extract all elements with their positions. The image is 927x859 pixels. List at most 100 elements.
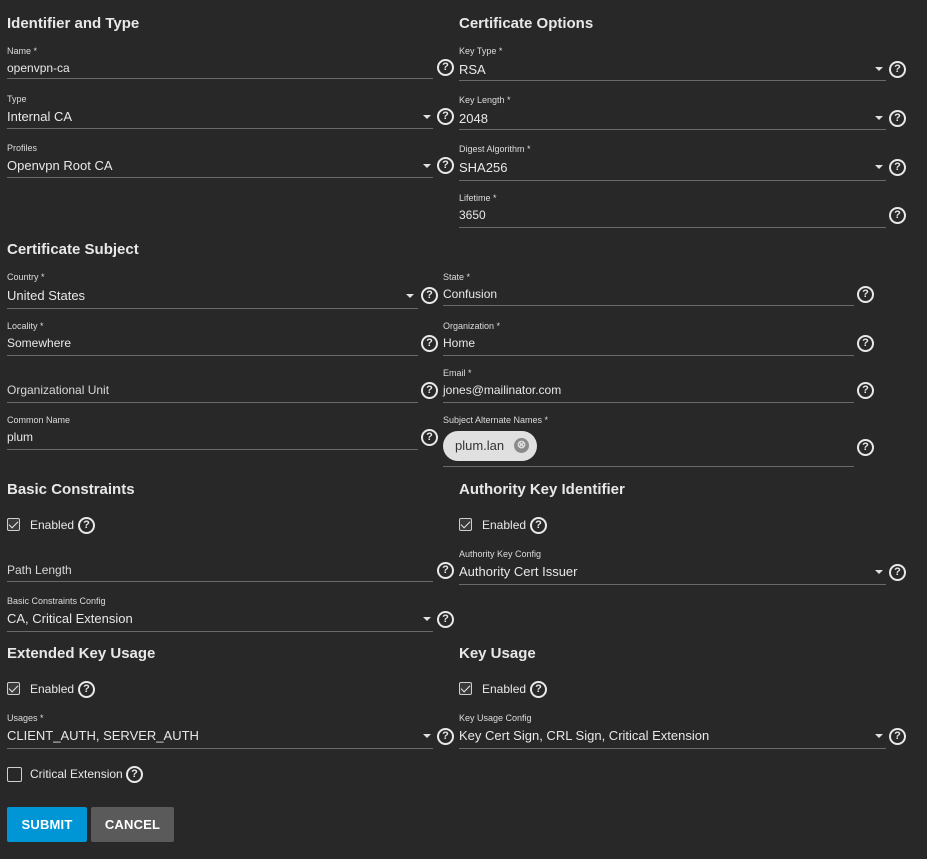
key-length-help-icon[interactable]: ? (889, 110, 906, 127)
eku-enabled-checkbox[interactable] (7, 682, 20, 695)
section-extended-key-usage-heading: Extended Key Usage (7, 645, 156, 662)
state-input[interactable]: Confusion (443, 287, 497, 301)
aki-config-help-icon[interactable]: ? (889, 564, 906, 581)
email-input[interactable]: jones@mailinator.com (443, 383, 561, 397)
country-select[interactable]: United States (7, 288, 85, 303)
ku-config-underline (459, 748, 886, 749)
lifetime-label: Lifetime * (459, 193, 497, 203)
usages-label: Usages * (7, 713, 44, 723)
lifetime-help-icon[interactable]: ? (889, 207, 906, 224)
san-chip-label: plum.lan (455, 438, 505, 453)
common-name-label: Common Name (7, 415, 71, 425)
profiles-select[interactable]: Openvpn Root CA (7, 158, 113, 173)
bc-enabled-checkbox[interactable] (7, 518, 20, 531)
key-length-label: Key Length * (459, 95, 511, 105)
country-chevron-down-icon[interactable] (406, 294, 414, 298)
key-length-select[interactable]: 2048 (459, 111, 488, 126)
bc-config-underline (7, 631, 433, 632)
type-underline (7, 128, 433, 129)
san-label: Subject Alternate Names * (443, 415, 549, 425)
usages-chevron-down-icon[interactable] (423, 734, 431, 738)
aki-config-chevron-down-icon[interactable] (875, 570, 883, 574)
key-type-label: Key Type * (459, 46, 503, 56)
digest-help-icon[interactable]: ? (889, 159, 906, 176)
key-type-help-icon[interactable]: ? (889, 61, 906, 78)
critical-extension-checkbox[interactable] (7, 767, 22, 782)
path-length-help-icon[interactable]: ? (437, 562, 454, 579)
common-name-input[interactable]: plum (7, 430, 33, 444)
aki-config-label: Authority Key Config (459, 549, 542, 559)
aki-enabled-help-icon[interactable]: ? (530, 517, 547, 534)
locality-help-icon[interactable]: ? (421, 335, 438, 352)
bc-config-select[interactable]: CA, Critical Extension (7, 611, 133, 626)
lifetime-input[interactable]: 3650 (459, 208, 486, 222)
section-identifier-heading: Identifier and Type (7, 15, 140, 32)
key-length-chevron-down-icon[interactable] (875, 116, 883, 120)
cancel-button[interactable]: CANCEL (91, 807, 174, 842)
usages-help-icon[interactable]: ? (437, 728, 454, 745)
usages-underline (7, 748, 433, 749)
aki-config-select[interactable]: Authority Cert Issuer (459, 564, 578, 579)
profiles-label: Profiles (7, 143, 38, 153)
key-type-select[interactable]: RSA (459, 62, 486, 77)
bc-config-help-icon[interactable]: ? (437, 611, 454, 628)
state-help-icon[interactable]: ? (857, 286, 874, 303)
aki-enabled-checkbox[interactable] (459, 518, 472, 531)
chip-remove-icon[interactable]: ⊗ (514, 438, 529, 453)
email-help-icon[interactable]: ? (857, 382, 874, 399)
section-authority-key-heading: Authority Key Identifier (459, 481, 625, 498)
organization-label: Organization * (443, 321, 501, 331)
key-type-underline (459, 80, 886, 81)
org-unit-input[interactable]: Organizational Unit (7, 383, 109, 397)
digest-select[interactable]: SHA256 (459, 160, 507, 175)
state-underline (443, 305, 854, 306)
country-label: Country * (7, 272, 45, 282)
country-underline (7, 308, 418, 309)
organization-input[interactable]: Home (443, 336, 475, 350)
san-help-icon[interactable]: ? (857, 439, 874, 456)
profiles-chevron-down-icon[interactable] (423, 164, 431, 168)
ku-enabled-help-icon[interactable]: ? (530, 681, 547, 698)
section-cert-subject-heading: Certificate Subject (7, 241, 139, 258)
path-length-input[interactable]: Path Length (7, 563, 72, 577)
ku-config-help-icon[interactable]: ? (889, 728, 906, 745)
eku-enabled-help-icon[interactable]: ? (78, 681, 95, 698)
locality-label: Locality * (7, 321, 44, 331)
aki-config-underline (459, 584, 886, 585)
bc-enabled-help-icon[interactable]: ? (78, 517, 95, 534)
country-help-icon[interactable]: ? (421, 287, 438, 304)
section-key-usage-heading: Key Usage (459, 645, 536, 662)
aki-enabled-label: Enabled (482, 518, 527, 532)
ku-enabled-checkbox[interactable] (459, 682, 472, 695)
submit-button[interactable]: SUBMIT (7, 807, 87, 842)
name-input[interactable]: openvpn-ca (7, 61, 70, 75)
digest-chevron-down-icon[interactable] (875, 165, 883, 169)
email-underline (443, 402, 854, 403)
path-length-underline (7, 581, 433, 582)
state-label: State * (443, 272, 471, 282)
ku-config-select[interactable]: Key Cert Sign, CRL Sign, Critical Extens… (459, 728, 709, 743)
profiles-help-icon[interactable]: ? (437, 157, 454, 174)
name-label: Name * (7, 46, 38, 56)
bc-config-chevron-down-icon[interactable] (423, 617, 431, 621)
type-select[interactable]: Internal CA (7, 109, 72, 124)
critical-extension-help-icon[interactable]: ? (126, 766, 143, 783)
locality-input[interactable]: Somewhere (7, 336, 71, 350)
email-label: Email * (443, 368, 472, 378)
section-basic-constraints-heading: Basic Constraints (7, 481, 135, 498)
org-unit-help-icon[interactable]: ? (421, 382, 438, 399)
ku-config-chevron-down-icon[interactable] (875, 734, 883, 738)
organization-underline (443, 355, 854, 356)
common-name-help-icon[interactable]: ? (421, 429, 438, 446)
organization-help-icon[interactable]: ? (857, 335, 874, 352)
type-label: Type (7, 94, 27, 104)
lifetime-underline (459, 227, 886, 228)
key-length-underline (459, 129, 886, 130)
type-help-icon[interactable]: ? (437, 108, 454, 125)
critical-extension-label: Critical Extension (30, 767, 123, 781)
name-help-icon[interactable]: ? (437, 59, 454, 76)
key-type-chevron-down-icon[interactable] (875, 67, 883, 71)
usages-select[interactable]: CLIENT_AUTH, SERVER_AUTH (7, 728, 199, 743)
name-underline (7, 78, 433, 79)
type-chevron-down-icon[interactable] (423, 115, 431, 119)
